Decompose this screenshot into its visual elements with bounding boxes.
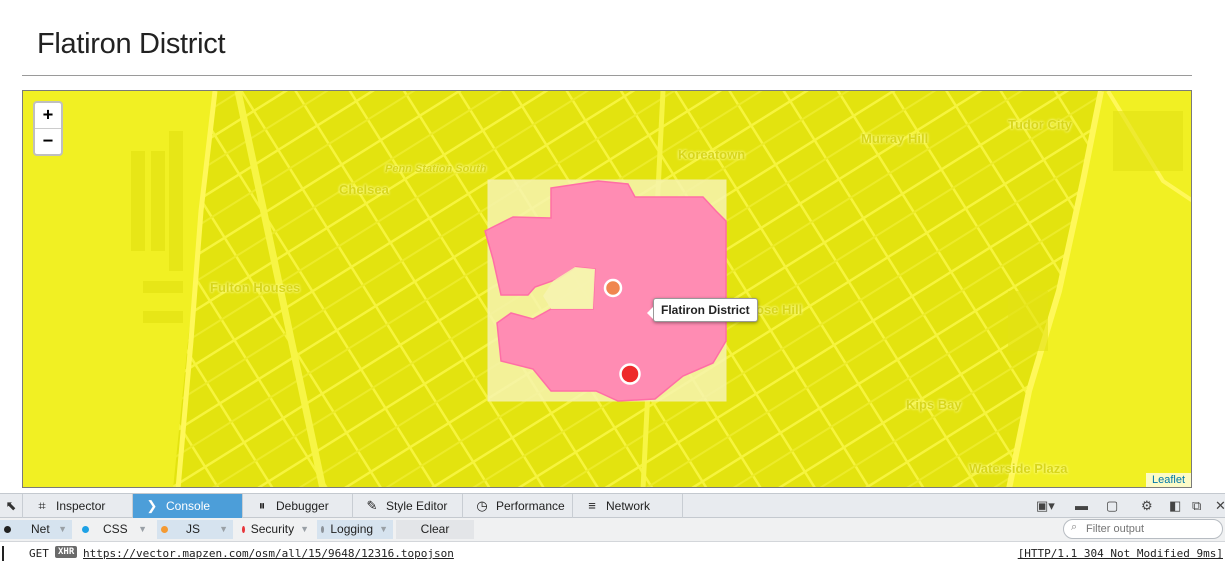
zoom-out-button[interactable]: − [35, 128, 61, 154]
map-container[interactable]: + − Koreatown Murray Hill Tudor City Pen… [22, 90, 1192, 488]
map-label-rose-hill: ose Hill [756, 302, 803, 317]
title-divider [22, 75, 1192, 76]
log-method: GET [29, 547, 49, 560]
map-tooltip: Flatiron District [647, 298, 758, 322]
devtools-panel: ⬉ ⌗ Inspector ❯ Console ⏸ Debugger ✎ Sty… [0, 493, 1225, 565]
css-dot-icon [82, 526, 89, 533]
tab-label: Style Editor [386, 499, 448, 513]
inspector-icon: ⌗ [38, 498, 46, 513]
filter-output-input[interactable] [1063, 519, 1223, 539]
devtools-tabbar: ⬉ ⌗ Inspector ❯ Console ⏸ Debugger ✎ Sty… [0, 493, 1225, 518]
debugger-icon: ⏸ [258, 498, 266, 513]
tab-network[interactable]: ≡ Network [573, 494, 683, 518]
tab-style-editor[interactable]: ✎ Style Editor [353, 494, 463, 518]
chevron-down-icon: ▼ [58, 524, 67, 534]
chevron-down-icon: ▼ [138, 524, 147, 534]
xhr-badge: XHR [55, 546, 78, 558]
filter-label: Net [31, 522, 50, 536]
filter-security[interactable]: Security ▼ [238, 520, 314, 539]
network-icon: ≡ [588, 498, 596, 513]
log-url-link[interactable]: https://vector.mapzen.com/osm/all/15/964… [83, 547, 454, 560]
attribution-link[interactable]: Leaflet [1145, 473, 1191, 487]
log-marker [2, 546, 4, 561]
undock-icon[interactable]: ⧉ [1192, 494, 1201, 518]
map-tiles [23, 91, 1191, 487]
console-log-row: GET XHR https://vector.mapzen.com/osm/al… [0, 542, 1225, 565]
center-marker [603, 278, 623, 298]
screenshot-icon[interactable]: ▢ [1106, 494, 1118, 518]
tab-label: Console [166, 499, 211, 513]
logging-dot-icon [321, 526, 325, 533]
map-label-waterside-plaza: Waterside Plaza [969, 461, 1068, 476]
performance-icon: ◷ [476, 498, 488, 513]
map-label-fulton-houses: Fulton Houses [210, 280, 301, 295]
chevron-down-icon: ▼ [300, 524, 309, 534]
filter-label: JS [186, 522, 201, 536]
log-status-link[interactable]: [HTTP/1.1 304 Not Modified 9ms] [1018, 547, 1223, 560]
map-label-tudor-city: Tudor City [1008, 117, 1073, 132]
close-icon[interactable]: ✕ [1215, 494, 1225, 518]
console-filterbar: Net ▼ CSS ▼ JS ▼ Security ▼ Logging ▼ Cl… [0, 518, 1225, 542]
filter-net[interactable]: Net ▼ [0, 520, 72, 539]
split-console-icon[interactable]: ▬ [1075, 494, 1088, 518]
map-label-kips-bay: Kips Bay [906, 397, 962, 412]
map-label-koreatown: Koreatown [678, 147, 746, 162]
filter-css[interactable]: CSS ▼ [78, 520, 152, 539]
filter-label: CSS [103, 522, 128, 536]
map-label-murray-hill: Murray Hill [861, 131, 929, 146]
tab-label: Debugger [276, 499, 329, 513]
tab-performance[interactable]: ◷ Performance [463, 494, 573, 518]
dock-side-icon[interactable]: ◧ [1169, 494, 1181, 518]
filter-logging[interactable]: Logging ▼ [317, 520, 393, 539]
chevron-down-icon: ▼ [379, 524, 388, 534]
map-label-penn-station-south: Penn Station South [385, 163, 487, 175]
js-dot-icon [161, 526, 168, 533]
tab-console[interactable]: ❯ Console [133, 494, 243, 518]
cursor-pick-icon[interactable]: ⬉ [0, 494, 23, 518]
tab-label: Performance [496, 499, 565, 513]
zoom-control: + − [33, 101, 63, 156]
page-title: Flatiron District [37, 28, 226, 60]
tab-label: Inspector [56, 499, 106, 513]
security-dot-icon [242, 526, 245, 533]
responsive-icon[interactable]: ▣▾ [1036, 494, 1055, 518]
search-icon: ⌕ [1071, 521, 1078, 533]
gear-icon[interactable]: ⚙ [1141, 494, 1153, 518]
net-dot-icon [4, 526, 11, 533]
zoom-in-button[interactable]: + [35, 103, 61, 128]
tab-inspector[interactable]: ⌗ Inspector [23, 494, 133, 518]
tab-label: Network [606, 499, 651, 513]
tab-debugger[interactable]: ⏸ Debugger [243, 494, 353, 518]
style-editor-icon: ✎ [366, 498, 378, 513]
filter-js[interactable]: JS ▼ [157, 520, 233, 539]
filter-label: Security [250, 522, 295, 536]
map-label-chelsea: Chelsea [339, 182, 389, 197]
clear-button[interactable]: Clear [396, 520, 474, 539]
filter-label: Logging [330, 522, 374, 536]
console-icon: ❯ [146, 498, 158, 513]
chevron-down-icon: ▼ [219, 524, 228, 534]
point-marker [619, 363, 641, 385]
